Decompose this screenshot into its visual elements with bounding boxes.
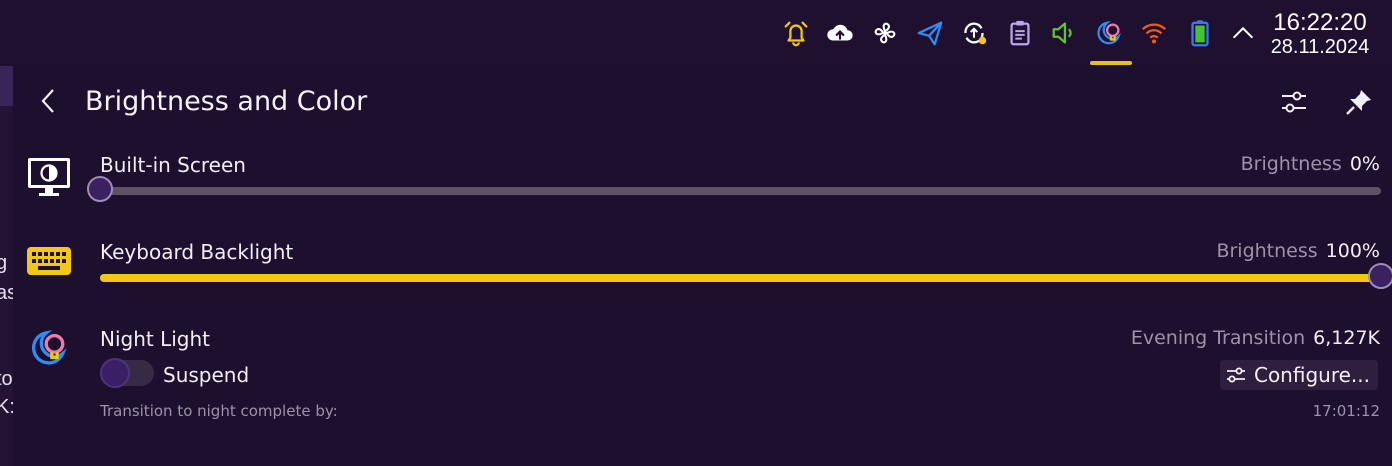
background-text-fragment: to [0,368,13,390]
chevron-up-icon[interactable] [1225,15,1261,51]
monitor-icon [23,151,75,203]
screen-brightness-percent: 0% [1349,153,1380,175]
fan-icon[interactable] [867,15,903,51]
chevron-left-icon [41,89,54,113]
night-light-temperature: Evening Transition 6,127K [1131,327,1380,349]
clock[interactable]: 16:22:20 28.11.2024 [1264,9,1376,59]
battery-icon[interactable] [1182,15,1218,51]
screen-brightness-slider[interactable] [87,176,1381,202]
back-button[interactable] [31,84,65,118]
volume-icon[interactable] [1046,15,1082,51]
sliders-icon [1226,367,1245,383]
night-light-tray-icon[interactable] [1091,15,1127,51]
toggle-knob[interactable] [100,358,130,388]
screen-label: Built-in Screen [100,153,246,177]
keyboard-label: Keyboard Backlight [100,240,294,264]
keyboard-brightness-value: Brightness 100% [1216,240,1380,262]
sliders-icon [1282,91,1306,113]
brightness-color-panel: Brightness and Color Built-in Screen Bri… [13,66,1392,466]
clipboard-icon[interactable] [1002,15,1038,51]
cloud-upload-icon[interactable] [822,15,858,51]
clock-date: 28.11.2024 [1270,36,1370,58]
keyboard-brightness-percent: 100% [1325,240,1380,262]
background-window: g as to K: [0,66,17,466]
slider-track[interactable] [100,187,1381,195]
configure-label: Configure... [1253,363,1370,387]
keyboard-icon [23,235,75,287]
background-text-fragment: g [0,252,8,274]
night-light-label: Night Light [100,327,210,351]
active-tray-indicator [1090,61,1132,65]
screen-brightness-caption: Brightness [1240,153,1342,175]
keyboard-brightness-slider[interactable] [100,263,1392,289]
screen-brightness-value: Brightness 0% [1241,153,1380,175]
slider-handle[interactable] [87,176,113,202]
background-window-bar [0,66,13,106]
pin-icon [1346,90,1371,115]
transition-time: 17:01:12 [1312,402,1380,420]
suspend-label[interactable]: Suspend [163,363,249,387]
settings-button[interactable] [1276,84,1312,120]
panel-header: Brightness and Color [13,66,1392,138]
night-light-icon [23,322,75,374]
transition-note: Transition to night complete by: [100,402,338,420]
send-icon[interactable] [912,15,948,51]
alarm-bell-icon[interactable] [778,15,814,51]
update-icon[interactable] [956,15,992,51]
slider-handle[interactable] [1368,263,1392,289]
wifi-icon[interactable] [1136,15,1172,51]
night-light-kelvin: 6,127K [1313,327,1380,349]
keyboard-brightness-caption: Brightness [1216,240,1318,262]
slider-fill [100,274,1381,282]
page-title: Brightness and Color [85,86,368,117]
suspend-toggle[interactable] [100,358,154,388]
configure-button[interactable]: Configure... [1219,360,1378,390]
pin-button[interactable] [1341,84,1377,120]
night-light-caption: Evening Transition [1130,327,1306,349]
system-tray: 16:22:20 28.11.2024 [0,0,1392,66]
clock-time: 16:22:20 [1273,9,1367,36]
